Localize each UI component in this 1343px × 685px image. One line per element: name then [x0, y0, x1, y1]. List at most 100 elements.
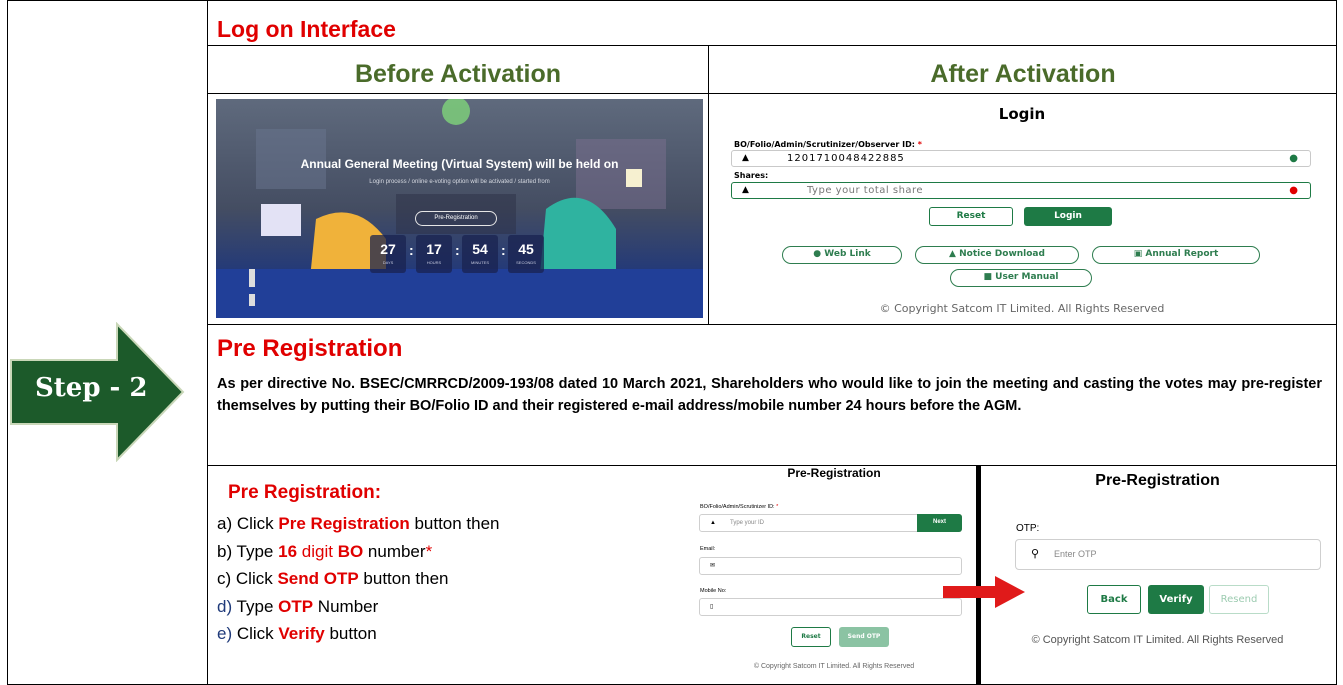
shares-placeholder: Type your total share [807, 185, 924, 196]
after-activation-heading: After Activation [930, 60, 1116, 88]
countdown-unit: HOURS [426, 260, 442, 265]
step-text: a) Click [217, 514, 279, 533]
image-icon: ▣ [1133, 249, 1143, 259]
step-text: button [324, 624, 377, 643]
required-marker: * [776, 504, 779, 510]
id-input[interactable]: ▲ 1201710048422885 ● [731, 150, 1311, 167]
step-text: Number [313, 596, 379, 616]
step-text: digit [297, 541, 338, 561]
user-manual-button[interactable]: ■ User Manual [950, 269, 1092, 287]
agm-headline: Annual General Meeting (Virtual System) … [300, 157, 619, 171]
pre-registration-title: Pre Registration [217, 335, 403, 362]
divider [207, 45, 1337, 46]
countdown-separator: : [409, 242, 414, 258]
after-activation-screenshot: Login BO/Folio/Admin/Scrutinizer/Observe… [714, 99, 1330, 321]
step-text: c) Click [217, 569, 278, 588]
send-otp-button[interactable]: Send OTP [839, 627, 889, 647]
verify-button[interactable]: Verify [1148, 585, 1204, 614]
required-marker: * [425, 541, 433, 561]
annual-report-button[interactable]: ▣ Annual Report [1092, 246, 1260, 264]
step-text: Type [232, 596, 279, 616]
step-emphasis: Send OTP [277, 569, 359, 588]
valid-check-icon: ● [1289, 153, 1298, 164]
mail-icon: ✉ [710, 563, 716, 569]
pre-registration-button[interactable]: Pre-Registration [415, 211, 497, 226]
step-b: b) Type 16 digit BO number* [217, 538, 687, 566]
step-emphasis: BO [337, 541, 364, 561]
reset-button[interactable]: Reset [791, 627, 831, 647]
countdown-separator: : [501, 242, 506, 258]
shares-input[interactable]: ▲ Type your total share ● [731, 182, 1311, 199]
step-emphasis: 16 [278, 541, 298, 561]
countdown-value: 17 [426, 241, 442, 257]
required-marker: * [917, 140, 922, 149]
pre-registration-form-screenshot: Pre-Registration BO/Folio/Admin/Scrutini… [693, 466, 975, 685]
web-link-button[interactable]: ● Web Link [782, 246, 902, 264]
id-label: BO/Folio/Admin/Scrutinizer ID: * [700, 504, 778, 510]
login-button[interactable]: Login [1024, 207, 1112, 226]
step-label: Step - 2 [35, 373, 148, 403]
step-emphasis: Verify [278, 624, 325, 643]
copyright-text: © Copyright Satcom IT Limited. All Right… [1031, 634, 1284, 646]
step-text: b) Type [217, 541, 279, 561]
before-activation-heading: Before Activation [354, 60, 562, 88]
id-input-value: 1201710048422885 [787, 153, 905, 164]
otp-form-screenshot: Pre-Registration OTP: ⚲ Enter OTP Back V… [985, 466, 1330, 685]
step-letter: d) [217, 596, 233, 616]
next-button[interactable]: Next [917, 514, 962, 532]
steps-heading: Pre Registration: [228, 482, 382, 503]
error-icon: ● [1289, 185, 1298, 196]
annual-report-label: Annual Report [1145, 249, 1219, 259]
agm-subtext: Login process / online e-voting option w… [369, 179, 550, 185]
notice-download-label: Notice Download [959, 249, 1045, 259]
countdown-value: 54 [472, 241, 488, 257]
countdown-seconds: 45 SECONDS [508, 235, 544, 273]
countdown-value: 27 [380, 241, 396, 257]
id-input[interactable]: ▲ Type your ID Next [699, 514, 962, 532]
divider [207, 324, 1337, 325]
email-input[interactable]: ✉ [699, 557, 962, 575]
otp-label: OTP: [1016, 523, 1040, 534]
countdown-days: 27 DAYS [370, 235, 406, 273]
form-title: Pre-Registration [787, 466, 881, 480]
user-manual-label: User Manual [995, 272, 1059, 282]
countdown-minutes: 54 MINUTES [462, 235, 498, 273]
notice-download-button[interactable]: ▲ Notice Download [915, 246, 1079, 264]
otp-placeholder: Enter OTP [1054, 549, 1097, 559]
upload-icon: ▲ [949, 249, 956, 259]
globe-icon: ● [813, 249, 822, 259]
login-title: Login [998, 105, 1046, 123]
countdown-hours: 17 HOURS [416, 235, 452, 273]
countdown-separator: : [455, 242, 460, 258]
otp-input[interactable]: ⚲ Enter OTP [1015, 539, 1321, 570]
countdown-unit: DAYS [382, 260, 394, 265]
id-label-text: BO/Folio/Admin/Scrutinizer ID: [700, 504, 775, 510]
steps-list: Pre Registration: a) Click Pre Registrat… [217, 482, 687, 648]
user-icon: ▲ [742, 153, 749, 163]
resend-button[interactable]: Resend [1209, 585, 1269, 614]
web-link-label: Web Link [824, 249, 871, 259]
key-icon: ⚲ [1031, 548, 1040, 560]
id-label-text: BO/Folio/Admin/Scrutinizer/Observer ID: [734, 140, 915, 149]
mobile-input[interactable]: ▯ [699, 598, 962, 616]
id-field-label: BO/Folio/Admin/Scrutinizer/Observer ID: … [734, 140, 922, 149]
step-c: c) Click Send OTP button then [217, 565, 687, 593]
book-icon: ■ [983, 272, 993, 282]
countdown-value: 45 [518, 241, 534, 257]
reset-button[interactable]: Reset [929, 207, 1013, 226]
lock-icon: ▲ [742, 185, 749, 195]
step-d: d) Type OTP Number [217, 593, 687, 621]
back-button[interactable]: Back [1087, 585, 1141, 614]
phone-icon: ▯ [710, 604, 714, 610]
step-text: number [363, 541, 426, 561]
illustration-background [216, 99, 703, 318]
otp-form-title: Pre-Registration [1095, 472, 1220, 489]
countdown-unit: SECONDS [516, 260, 536, 265]
divider [207, 0, 208, 685]
directive-paragraph: As per directive No. BSEC/CMRRCD/2009-19… [217, 376, 1322, 414]
step-e: e) Click Verify button [217, 620, 687, 648]
before-activation-screenshot: Annual General Meeting (Virtual System) … [216, 99, 703, 318]
shares-label: Shares: [734, 171, 769, 180]
countdown-unit: MINUTES [471, 260, 489, 265]
page-title: Log on Interface [217, 16, 396, 42]
